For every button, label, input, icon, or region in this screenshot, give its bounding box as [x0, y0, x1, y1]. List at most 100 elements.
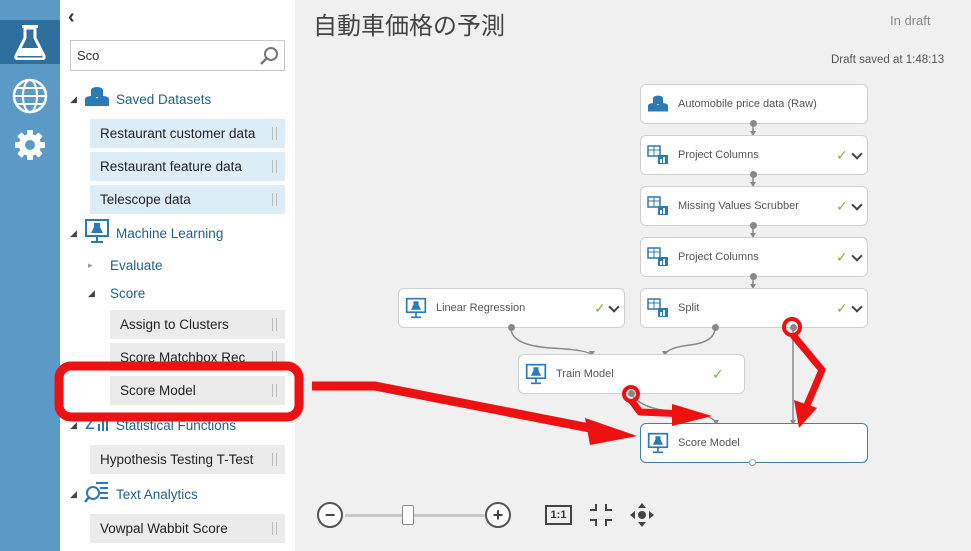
check-icon: ✓ — [836, 300, 848, 316]
search-icon[interactable] — [259, 46, 279, 71]
nav-rail — [0, 0, 60, 551]
item-label: Vowpal Wabbit Score — [100, 521, 228, 536]
svg-text:Σ: Σ — [84, 413, 95, 434]
output-port[interactable] — [750, 222, 757, 229]
node-automobile-price-data[interactable]: Automobile price data (Raw) — [640, 84, 868, 124]
zoom-slider-track[interactable] — [345, 514, 485, 517]
node-label: Project Columns — [678, 251, 759, 263]
module-item-score-matchbox[interactable]: Score Matchbox Rec — [110, 343, 285, 372]
drag-handle[interactable] — [272, 160, 277, 173]
output-port[interactable] — [628, 390, 635, 397]
category-label: Text Analytics — [116, 486, 198, 502]
expanded-triangle-icon: ◢ — [70, 419, 77, 430]
zoom-out-button[interactable]: − — [317, 502, 343, 528]
table-transform-icon — [646, 195, 670, 217]
search-box[interactable] — [70, 40, 285, 71]
actual-size-button[interactable]: 1:1 — [545, 505, 572, 525]
zoom-slider-thumb[interactable] — [402, 505, 414, 525]
table-transform-icon — [646, 297, 670, 319]
fit-screen-icon — [590, 504, 612, 526]
category-statistical-functions[interactable]: ◢ Σ Statistical Functions — [70, 412, 236, 438]
settings-nav-button[interactable] — [0, 123, 60, 167]
table-transform-icon — [646, 246, 670, 268]
drag-handle[interactable] — [272, 193, 277, 206]
output-port[interactable] — [750, 273, 757, 280]
output-port[interactable] — [712, 324, 719, 331]
output-port[interactable] — [750, 120, 757, 127]
check-icon: ✓ — [712, 366, 724, 382]
globe-icon — [12, 78, 48, 114]
node-project-columns-1[interactable]: Project Columns ✓ — [640, 135, 868, 175]
dataset-item-restaurant-feature[interactable]: Restaurant feature data — [90, 152, 285, 181]
node-label: Split — [678, 302, 700, 314]
node-linear-regression[interactable]: Linear Regression ✓ — [398, 288, 625, 328]
category-label: Statistical Functions — [116, 417, 237, 433]
draft-status: In draft — [890, 13, 931, 28]
subcategory-evaluate[interactable]: ▸ Evaluate — [88, 254, 163, 276]
node-train-model[interactable]: Train Model ✓ — [518, 354, 745, 394]
chevron-down-icon[interactable] — [608, 301, 620, 313]
category-label: Machine Learning — [116, 225, 224, 241]
node-label: Train Model — [556, 368, 614, 380]
subcategory-label: Score — [110, 285, 146, 301]
chevron-down-icon[interactable] — [851, 199, 863, 211]
search-input[interactable] — [71, 41, 251, 70]
module-item-hypothesis-testing[interactable]: Hypothesis Testing T-Test — [90, 445, 285, 474]
experiments-nav-button[interactable] — [0, 20, 60, 64]
node-missing-values-scrubber[interactable]: Missing Values Scrubber ✓ — [640, 186, 868, 226]
chevron-down-icon[interactable] — [851, 148, 863, 160]
node-label: Score Model — [678, 437, 740, 449]
drag-handle[interactable] — [272, 318, 277, 331]
module-item-score-model[interactable]: Score Model — [110, 376, 285, 405]
node-split[interactable]: Split ✓ — [640, 288, 868, 328]
drag-handle[interactable] — [272, 351, 277, 364]
check-icon: ✓ — [836, 147, 848, 163]
node-score-model[interactable]: Score Model — [640, 423, 868, 463]
check-icon: ✓ — [836, 249, 848, 265]
module-item-assign-to-clusters[interactable]: Assign to Clusters — [110, 310, 285, 339]
experiment-title[interactable]: 自動車価格の予測 — [313, 6, 505, 41]
chevron-down-icon[interactable] — [851, 250, 863, 262]
item-label: Score Matchbox Rec — [120, 350, 246, 365]
output-port[interactable] — [749, 459, 756, 466]
expanded-triangle-icon: ◢ — [70, 227, 77, 238]
collapsed-triangle-icon: ▸ — [88, 259, 93, 270]
drag-handle[interactable] — [272, 522, 277, 535]
category-text-analytics[interactable]: ◢ Text Analytics — [70, 481, 198, 507]
fit-to-screen-button[interactable] — [589, 503, 613, 532]
check-icon: ✓ — [594, 300, 606, 316]
drag-handle[interactable] — [272, 453, 277, 466]
module-item-vowpal-wabbit-score[interactable]: Vowpal Wabbit Score — [90, 514, 285, 543]
zoom-in-button[interactable]: + — [485, 502, 511, 528]
output-port[interactable] — [750, 171, 757, 178]
pan-move-icon — [630, 503, 654, 527]
dataset-icon — [84, 85, 110, 114]
expanded-triangle-icon: ◢ — [70, 488, 77, 499]
machine-learning-icon — [646, 432, 670, 454]
category-machine-learning[interactable]: ◢ Machine Learning — [70, 218, 224, 249]
node-label: Missing Values Scrubber — [678, 200, 799, 212]
item-label: Restaurant feature data — [100, 159, 242, 174]
chevron-down-icon[interactable] — [851, 301, 863, 313]
drag-handle[interactable] — [272, 384, 277, 397]
dataset-item-telescope[interactable]: Telescope data — [90, 185, 285, 214]
flask-icon — [14, 25, 46, 60]
machine-learning-icon — [404, 297, 428, 319]
collapse-palette-button[interactable]: ‹ — [68, 6, 75, 29]
node-project-columns-2[interactable]: Project Columns ✓ — [640, 237, 868, 277]
node-label: Linear Regression — [436, 302, 526, 314]
item-label: Hypothesis Testing T-Test — [100, 452, 254, 467]
check-icon: ✓ — [836, 198, 848, 214]
machine-learning-icon — [84, 218, 110, 249]
drag-handle[interactable] — [272, 127, 277, 140]
dataset-icon — [646, 93, 670, 115]
dataset-item-restaurant-customer[interactable]: Restaurant customer data — [90, 119, 285, 148]
subcategory-score[interactable]: ◢ Score — [88, 282, 145, 304]
category-saved-datasets[interactable]: ◢ Saved Datasets — [70, 86, 211, 112]
gear-icon — [15, 130, 45, 160]
pan-button[interactable] — [629, 502, 655, 533]
output-port[interactable] — [508, 324, 515, 331]
web-services-nav-button[interactable] — [0, 74, 60, 118]
output-port[interactable] — [790, 324, 797, 331]
saved-timestamp: Draft saved at 1:48:13 — [831, 54, 945, 66]
